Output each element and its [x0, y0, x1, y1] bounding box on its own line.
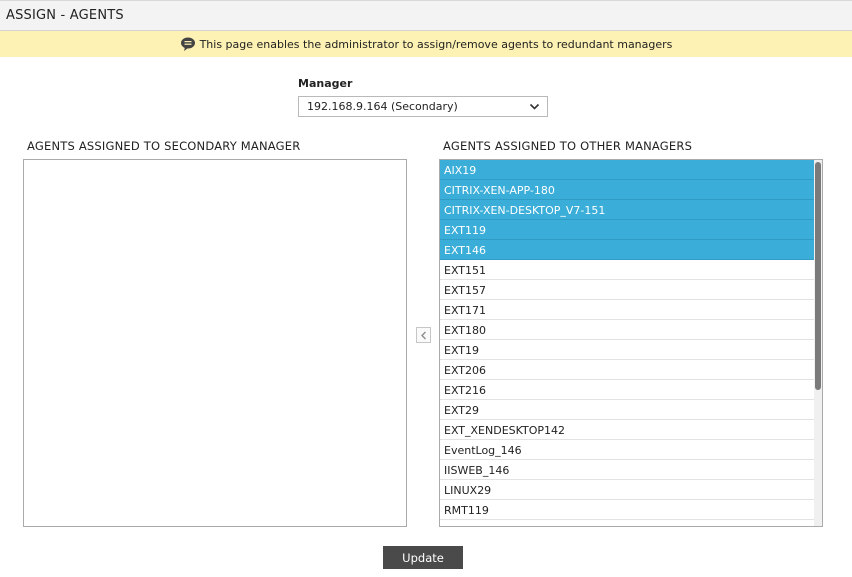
scrollbar-thumb[interactable] — [815, 162, 821, 390]
manager-select[interactable]: 192.168.9.164 (Secondary) — [298, 96, 548, 117]
secondary-agents-list[interactable] — [23, 159, 407, 527]
list-item[interactable]: CITRIX-XEN-DESKTOP_V7-151 — [440, 200, 815, 220]
chat-bubble-icon — [180, 36, 196, 52]
chevron-left-icon — [421, 331, 426, 340]
list-item[interactable]: EXT119 — [440, 220, 815, 240]
update-button[interactable]: Update — [383, 546, 463, 569]
manager-select-value: 192.168.9.164 (Secondary) — [307, 100, 458, 113]
chevron-down-icon — [529, 103, 540, 110]
list-item[interactable]: LINUX29 — [440, 480, 815, 500]
list-item[interactable]: EXT171 — [440, 300, 815, 320]
other-agents-items: AIX19 CITRIX-XEN-APP-180 CITRIX-XEN-DESKTO… — [440, 160, 815, 520]
list-item[interactable]: EXT146 — [440, 240, 815, 260]
list-item[interactable]: EXT19 — [440, 340, 815, 360]
manager-label: Manager — [298, 77, 353, 90]
left-panel-heading: AGENTS ASSIGNED TO SECONDARY MANAGER — [27, 139, 301, 153]
info-text: This page enables the administrator to a… — [199, 37, 673, 51]
page-title: ASSIGN - AGENTS — [6, 8, 124, 23]
list-item[interactable]: EventLog_146 — [440, 440, 815, 460]
list-scrollbar[interactable] — [814, 160, 822, 526]
list-item[interactable]: EXT151 — [440, 260, 815, 280]
list-item[interactable]: EXT_XENDESKTOP142 — [440, 420, 815, 440]
list-item[interactable]: CITRIX-XEN-APP-180 — [440, 180, 815, 200]
list-item[interactable]: IISWEB_146 — [440, 460, 815, 480]
list-item[interactable]: EXT206 — [440, 360, 815, 380]
list-item[interactable]: EXT216 — [440, 380, 815, 400]
list-item[interactable]: EXT180 — [440, 320, 815, 340]
other-agents-list[interactable]: AIX19 CITRIX-XEN-APP-180 CITRIX-XEN-DESKTO… — [439, 159, 823, 527]
move-left-button[interactable] — [416, 327, 431, 343]
list-item[interactable]: AIX19 — [440, 160, 815, 180]
info-bar: This page enables the administrator to a… — [0, 31, 852, 57]
list-item[interactable]: EXT29 — [440, 400, 815, 420]
title-bar: ASSIGN - AGENTS — [0, 0, 852, 31]
list-item[interactable]: RMT119 — [440, 500, 815, 520]
list-item[interactable]: EXT157 — [440, 280, 815, 300]
right-panel-heading: AGENTS ASSIGNED TO OTHER MANAGERS — [443, 139, 693, 153]
